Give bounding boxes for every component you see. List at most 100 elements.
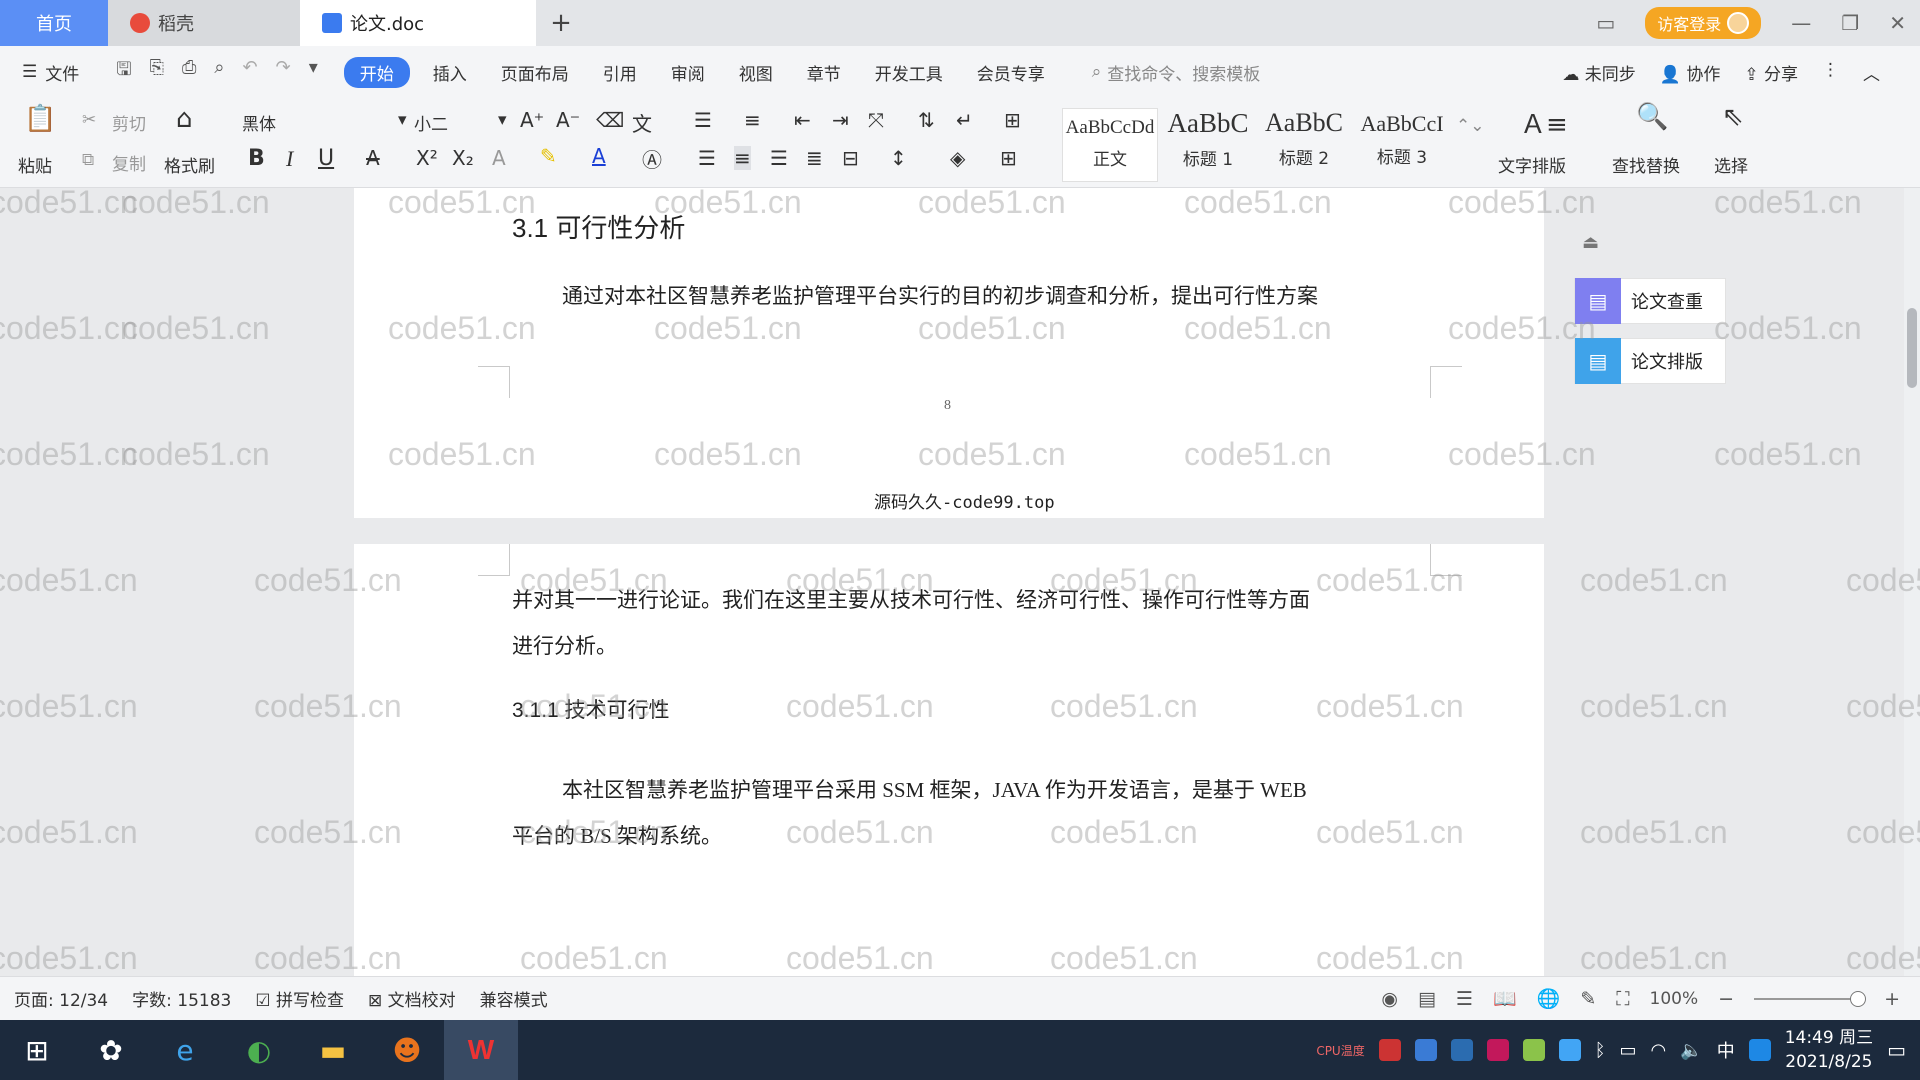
- save-icon[interactable]: 🖫: [116, 57, 131, 87]
- heading-3-1[interactable]: 3.1 可行性分析: [512, 208, 685, 245]
- zoom-in-icon[interactable]: +: [1884, 988, 1900, 1010]
- notification-center-icon[interactable]: ▭: [1887, 1038, 1906, 1062]
- heading-3-1-1[interactable]: 3.1.1 技术可行性: [512, 694, 670, 724]
- tab-view[interactable]: 视图: [722, 60, 790, 85]
- login-button[interactable]: 访客登录: [1645, 7, 1762, 39]
- shrink-font-icon[interactable]: A⁻: [556, 108, 580, 132]
- tray-360-icon[interactable]: [1522, 1039, 1545, 1061]
- style-heading-2[interactable]: AaBbC 标题 2: [1256, 108, 1352, 182]
- text-layout-button[interactable]: 文字排版: [1498, 152, 1566, 177]
- paragraph-1[interactable]: 通过对本社区智慧养老监护管理平台实行的目的初步调查和分析，提出可行性方案: [562, 280, 1318, 310]
- bullets-icon[interactable]: ☰: [694, 108, 712, 132]
- tab-insert[interactable]: 插入: [416, 60, 484, 85]
- cut-button[interactable]: 剪切: [112, 110, 146, 135]
- word-count[interactable]: 字数: 15183: [132, 986, 231, 1011]
- format-painter-button[interactable]: 格式刷: [164, 152, 215, 177]
- scrollbar-thumb[interactable]: [1907, 308, 1917, 388]
- command-search[interactable]: ⌕ 查找命令、搜索模板: [1092, 60, 1261, 85]
- page-view-icon[interactable]: ▤: [1418, 988, 1436, 1010]
- tab-start[interactable]: 开始: [343, 56, 410, 88]
- tab-developer[interactable]: 开发工具: [858, 60, 960, 85]
- find-replace-icon[interactable]: 🔍: [1636, 102, 1668, 132]
- text-layout-icon[interactable]: Ａ≡: [1520, 104, 1568, 141]
- zoom-out-icon[interactable]: −: [1718, 988, 1734, 1010]
- wifi-icon[interactable]: ◠: [1651, 1040, 1667, 1061]
- file-explorer-icon[interactable]: ▬: [296, 1020, 370, 1080]
- tray-network-app-icon[interactable]: [1414, 1039, 1437, 1061]
- numbering-icon[interactable]: ≡: [744, 108, 761, 132]
- volume-icon[interactable]: 🔈: [1680, 1040, 1702, 1061]
- export-icon[interactable]: ⎘: [150, 57, 164, 87]
- paste-button[interactable]: 粘贴: [18, 152, 52, 177]
- sync-button[interactable]: ☁ 未同步: [1562, 60, 1635, 85]
- font-name-dropdown-icon[interactable]: ▾: [398, 110, 407, 130]
- copy-button[interactable]: 复制: [112, 150, 146, 175]
- ie-browser-icon[interactable]: e: [148, 1020, 222, 1080]
- font-name-select[interactable]: 黑体: [242, 110, 402, 135]
- write-mode-icon[interactable]: ✎: [1580, 988, 1596, 1010]
- undo-icon[interactable]: ↶: [243, 57, 258, 87]
- battery-icon[interactable]: ▭: [1620, 1040, 1637, 1061]
- align-left-icon[interactable]: ☰: [698, 146, 716, 170]
- bluetooth-icon[interactable]: ᛒ: [1595, 1040, 1606, 1061]
- paragraph-2-line-2[interactable]: 进行分析。: [512, 630, 617, 660]
- tab-stops-icon[interactable]: ⊞: [1004, 108, 1021, 132]
- char-border-icon[interactable]: Ⓐ: [642, 144, 662, 173]
- tray-app-icon[interactable]: [1378, 1039, 1401, 1061]
- chinese-layout-icon[interactable]: ⤧: [868, 108, 884, 132]
- find-replace-button[interactable]: 查找替换: [1612, 152, 1680, 177]
- outline-view-icon[interactable]: ☰: [1456, 988, 1473, 1010]
- read-view-icon[interactable]: 📖: [1493, 987, 1517, 1010]
- zoom-level[interactable]: 100%: [1650, 989, 1699, 1009]
- cut-icon[interactable]: ✂: [82, 110, 96, 130]
- file-menu[interactable]: ☰ 文件: [0, 60, 96, 85]
- paper-check-button[interactable]: ▤ 论文查重: [1574, 278, 1726, 324]
- superscript-icon[interactable]: X²: [416, 146, 438, 170]
- tab-document[interactable]: 论文.doc: [300, 0, 536, 46]
- new-tab-button[interactable]: +: [536, 0, 586, 46]
- paragraph-3-line-1[interactable]: 本社区智慧养老监护管理平台采用 SSM 框架，JAVA 作为开发语言，是基于 W…: [562, 774, 1307, 804]
- page-8[interactable]: 3.1 可行性分析 通过对本社区智慧养老监护管理平台实行的目的初步调查和分析，提…: [354, 188, 1544, 518]
- tab-page-layout[interactable]: 页面布局: [484, 60, 586, 85]
- clear-format-icon[interactable]: ⌫: [596, 108, 624, 132]
- share-button[interactable]: ⇪ 分享: [1744, 60, 1798, 85]
- page-9[interactable]: 源码久久-code99.top 并对其一一进行论证。我们在这里主要从技术可行性、…: [354, 493, 1544, 976]
- style-normal[interactable]: AaBbCcDd 正文: [1062, 108, 1158, 182]
- windows-start-icon[interactable]: ⊞: [0, 1020, 74, 1080]
- borders-icon[interactable]: ⊞: [1000, 146, 1017, 170]
- paragraph-3-line-2[interactable]: 平台的 B/S 架构系统。: [512, 820, 722, 850]
- tab-home[interactable]: 首页: [0, 0, 108, 46]
- format-painter-icon[interactable]: ⌂: [176, 104, 193, 134]
- tray-update-icon[interactable]: [1558, 1039, 1581, 1061]
- styles-scroll-icon[interactable]: ⌃⌄: [1456, 116, 1485, 136]
- font-size-select[interactable]: 小二: [414, 110, 504, 135]
- tab-chapter[interactable]: 章节: [790, 60, 858, 85]
- side-panel-collapse-icon[interactable]: ⏏: [1582, 232, 1599, 253]
- text-effect-icon[interactable]: A: [492, 146, 506, 170]
- increase-indent-icon[interactable]: ⇥: [832, 108, 849, 132]
- clock[interactable]: 14:49 周三 2021/8/25: [1785, 1026, 1873, 1074]
- subscript-icon[interactable]: X₂: [452, 146, 474, 170]
- ime-indicator[interactable]: 中: [1717, 1037, 1735, 1063]
- tray-shield-icon[interactable]: [1450, 1039, 1473, 1061]
- highlight-icon[interactable]: ✎: [540, 144, 557, 168]
- align-center-icon[interactable]: ≡: [734, 146, 751, 170]
- shading-icon[interactable]: ◈: [950, 146, 965, 170]
- zoom-slider[interactable]: [1754, 990, 1867, 1007]
- quick-access-dropdown-icon[interactable]: ▾: [309, 57, 318, 87]
- paste-icon[interactable]: 📋: [24, 104, 56, 134]
- spell-check-toggle[interactable]: ☑ 拼写检查: [255, 986, 344, 1011]
- browser-360-icon[interactable]: ◐: [222, 1020, 296, 1080]
- minimize-icon[interactable]: —: [1791, 11, 1811, 35]
- justify-icon[interactable]: ≣: [806, 146, 823, 170]
- font-color-icon[interactable]: A: [592, 144, 606, 168]
- font-size-dropdown-icon[interactable]: ▾: [498, 110, 507, 130]
- sort-icon[interactable]: ⇅: [918, 108, 935, 132]
- copy-icon[interactable]: ⧉: [82, 150, 94, 170]
- phonetic-icon[interactable]: 文: [632, 108, 652, 137]
- select-button[interactable]: 选择: [1714, 152, 1748, 177]
- underline-button[interactable]: U: [318, 146, 334, 171]
- zoom-slider-thumb[interactable]: [1850, 990, 1867, 1007]
- paragraph-2-line-1[interactable]: 并对其一一进行论证。我们在这里主要从技术可行性、经济可行性、操作可行性等方面: [512, 584, 1310, 614]
- app-pinwheel-icon[interactable]: ✿: [74, 1020, 148, 1080]
